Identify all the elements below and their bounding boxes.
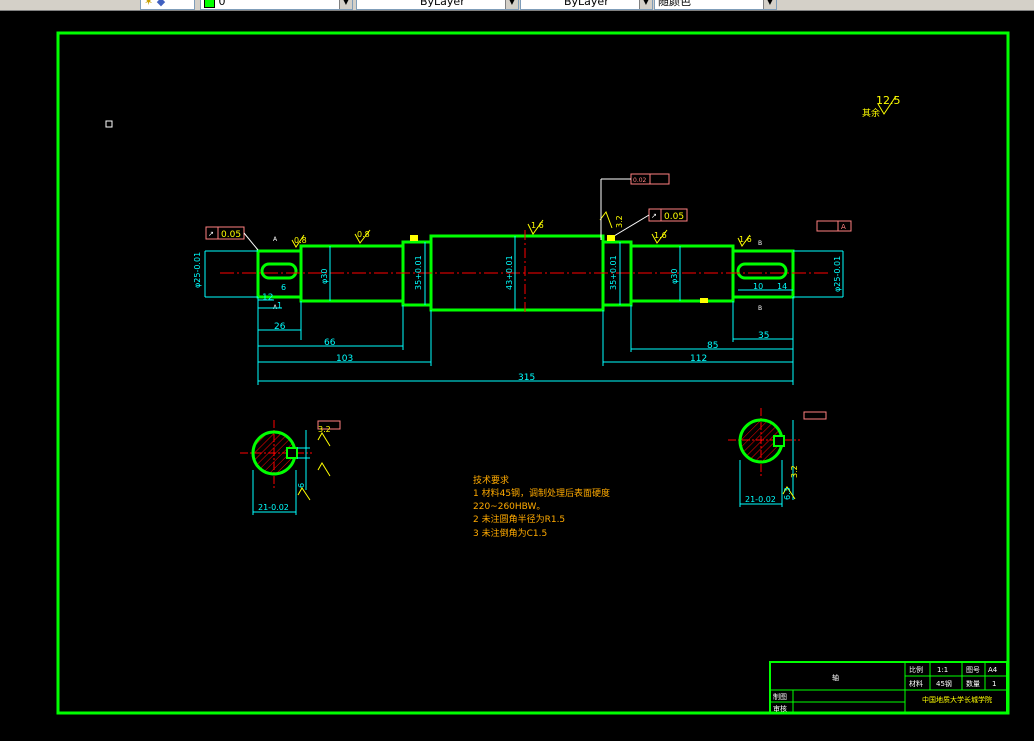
qty-value: 1 (992, 680, 996, 688)
layer-state-icon: ◆ (156, 0, 166, 8)
length-315: 315 (518, 373, 535, 383)
roughness-r3: 1.6 (531, 221, 544, 230)
sun-icon: ✶ (144, 0, 154, 8)
length-1: 1 (277, 301, 282, 310)
scale-label: 比例 (909, 665, 923, 674)
layer-icons[interactable]: ✶ ◆ (140, 0, 195, 10)
diameter-35-right: 35+0.01 (609, 255, 618, 290)
length-14: 14 (777, 282, 787, 291)
sheet-value: A4 (988, 666, 998, 674)
svg-text:↗: ↗ (651, 212, 657, 220)
title-block-text: 轴 比例 1:1 图号 A4 材料 45钢 数量 1 制图 审核 中国地质大学长… (773, 665, 998, 713)
linetype-dropdown[interactable]: ByLayer ▼ (520, 0, 653, 10)
svg-text:0.05: 0.05 (221, 230, 241, 240)
color-dropdown[interactable]: ByLayer ▼ (356, 0, 519, 10)
svg-text:B: B (758, 240, 762, 247)
svg-text:↗: ↗ (208, 230, 214, 238)
diameter-right-end: φ25-0.01 (833, 256, 842, 292)
length-6: 6 (281, 283, 286, 292)
checked-label: 审核 (773, 704, 787, 713)
roughness-r4: 1.6 (654, 231, 667, 240)
svg-text:0.05: 0.05 (664, 212, 684, 222)
notes-line2: 220~260HBW。 (473, 502, 545, 512)
school-name: 中国地质大学长城学院 (922, 695, 992, 704)
drawing-canvas[interactable]: 其余 12.5 φ25-0.01 φ30 35+0.01 43+0.01 35+… (0, 10, 1034, 737)
chevron-down-icon[interactable]: ▼ (505, 0, 518, 9)
svg-text:A: A (273, 236, 278, 243)
pickbox-icon (105, 120, 113, 128)
length-66: 66 (324, 338, 336, 348)
drawn-label: 制图 (773, 692, 787, 701)
section-left-r: 3.2 (318, 425, 331, 434)
section-left-width: 21-0.02 (258, 503, 289, 512)
section-right (728, 408, 827, 507)
diameter-30-right: φ30 (670, 269, 679, 284)
roughness-r1: 0.8 (294, 236, 307, 245)
length-10: 10 (753, 282, 763, 291)
section-right-width: 21-0.02 (745, 495, 776, 504)
diameter-30-left: φ30 (320, 269, 329, 284)
diameter-35-left: 35+0.01 (414, 255, 423, 290)
layer-dropdown[interactable]: 0 ▼ (200, 0, 353, 10)
chevron-down-icon[interactable]: ▼ (339, 0, 352, 9)
tolerance-right: ↗ 0.05 (613, 208, 688, 237)
length-85: 85 (707, 341, 718, 351)
material-value: 45钢 (936, 679, 952, 688)
scale-value: 1:1 (937, 666, 948, 674)
length-26: 26 (274, 322, 286, 332)
sheet-label: 图号 (966, 666, 980, 674)
qty-label: 数量 (966, 679, 980, 688)
roughness-r5: 1.6 (739, 235, 752, 244)
technical-notes: 技术要求 1 材料45钢，调制处理后表面硬度 220~260HBW。 2 未注圆… (473, 474, 610, 539)
layer-color-swatch (204, 0, 215, 8)
linetype-value: ByLayer (564, 0, 609, 8)
lineweight-value: 随颜色 (658, 0, 691, 8)
notes-line3: 2 未注圆角半径为R1.5 (473, 513, 565, 525)
notes-line4: 3 未注倒角为C1.5 (473, 527, 547, 539)
tolerance-left: ↗ 0.05 (205, 226, 259, 251)
section-left (240, 420, 341, 515)
section-right-keyway: 6.3 (783, 487, 792, 500)
svg-text:0.02: 0.02 (633, 177, 647, 184)
color-value: ByLayer (420, 0, 465, 8)
chevron-down-icon[interactable]: ▼ (639, 0, 652, 9)
diameter-left-end: φ25-0.01 (193, 252, 202, 288)
material-label: 材料 (909, 679, 923, 688)
roughness-r2: 0.8 (357, 230, 370, 239)
notes-line1: 1 材料45钢，调制处理后表面硬度 (473, 487, 610, 499)
diameter-43: 43+0.01 (505, 255, 514, 290)
notes-title: 技术要求 (473, 474, 509, 486)
svg-text:A: A (841, 223, 846, 231)
part-name: 轴 (832, 673, 839, 682)
section-right-r: 3.2 (790, 465, 799, 478)
length-12: 12 (262, 293, 273, 303)
lineweight-dropdown[interactable]: 随颜色 ▼ (654, 0, 777, 10)
svg-text:B: B (758, 305, 762, 312)
roughness-r6: 3.2 (615, 215, 624, 228)
layer-value: 0 (218, 0, 226, 8)
chevron-down-icon[interactable]: ▼ (763, 0, 776, 9)
length-35: 35 (758, 331, 769, 341)
section-left-keyway: 6 (297, 483, 306, 488)
length-112: 112 (690, 354, 707, 364)
roughness-all-label: 其余 (862, 107, 880, 119)
length-103: 103 (336, 354, 353, 364)
tolerance-datum-a: A (816, 220, 852, 232)
roughness-all-value: 12.5 (876, 94, 901, 107)
roughness-all: 其余 12.5 (862, 94, 901, 119)
